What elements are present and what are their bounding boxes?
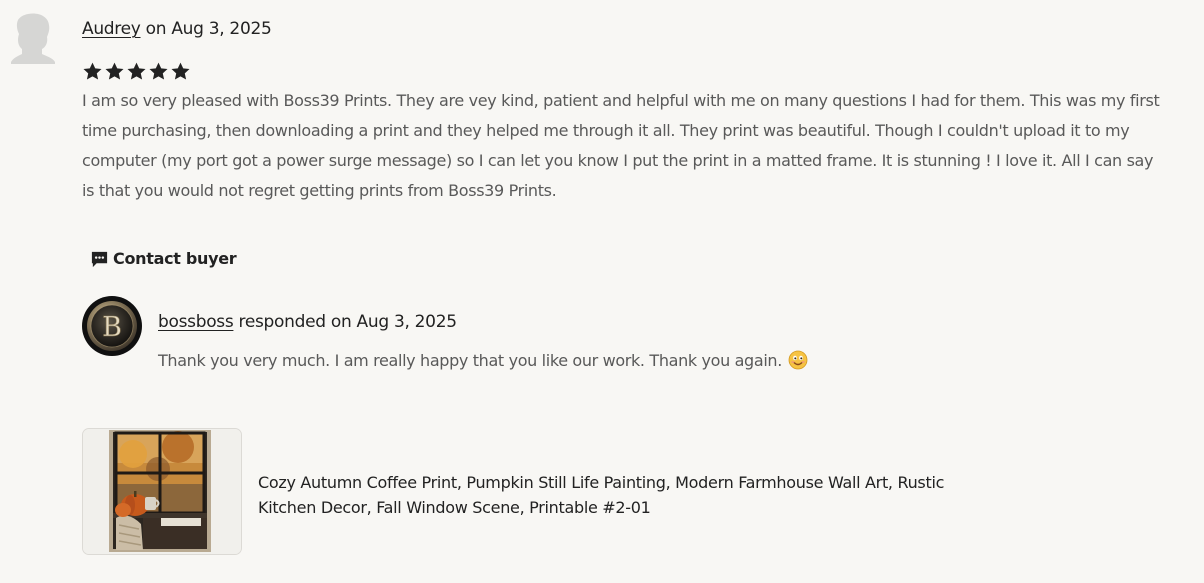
product-thumbnail[interactable] <box>82 428 242 555</box>
response-meta: bossboss responded on Aug 3, 2025 <box>158 312 457 332</box>
reviewer-avatar <box>8 12 58 65</box>
product-image <box>83 429 241 554</box>
shop-logo-image: B <box>82 296 142 356</box>
smiling-emoji-icon <box>788 350 808 370</box>
contact-buyer-label: Contact buyer <box>113 248 237 268</box>
shop-name-link[interactable]: bossboss <box>158 312 234 332</box>
review-meta: Audrey on Aug 3, 2025 <box>82 19 272 39</box>
default-user-silhouette-icon <box>11 13 55 65</box>
shop-avatar[interactable]: B <box>82 296 142 356</box>
reviewer-name-link[interactable]: Audrey <box>82 19 141 39</box>
review-card: Audrey on Aug 3, 2025 I am so very pleas… <box>0 0 1204 583</box>
product-card[interactable]: Cozy Autumn Coffee Print, Pumpkin Still … <box>82 428 982 556</box>
star-icon <box>105 62 124 80</box>
response-text-row: Thank you very much. I am really happy t… <box>158 350 808 370</box>
contact-buyer-button[interactable]: Contact buyer <box>90 247 237 269</box>
chat-bubble-icon <box>91 251 108 268</box>
svg-text:B: B <box>102 312 122 343</box>
star-rating <box>82 61 191 82</box>
response-date: responded on Aug 3, 2025 <box>233 312 458 332</box>
star-icon <box>127 62 146 80</box>
review-date: on Aug 3, 2025 <box>140 19 272 39</box>
product-title[interactable]: Cozy Autumn Coffee Print, Pumpkin Still … <box>258 470 978 520</box>
star-icon <box>83 62 102 80</box>
star-icon <box>171 62 190 80</box>
response-text: Thank you very much. I am really happy t… <box>158 350 782 370</box>
review-text: I am so very pleased with Boss39 Prints.… <box>82 91 1160 200</box>
star-icon <box>149 62 168 80</box>
